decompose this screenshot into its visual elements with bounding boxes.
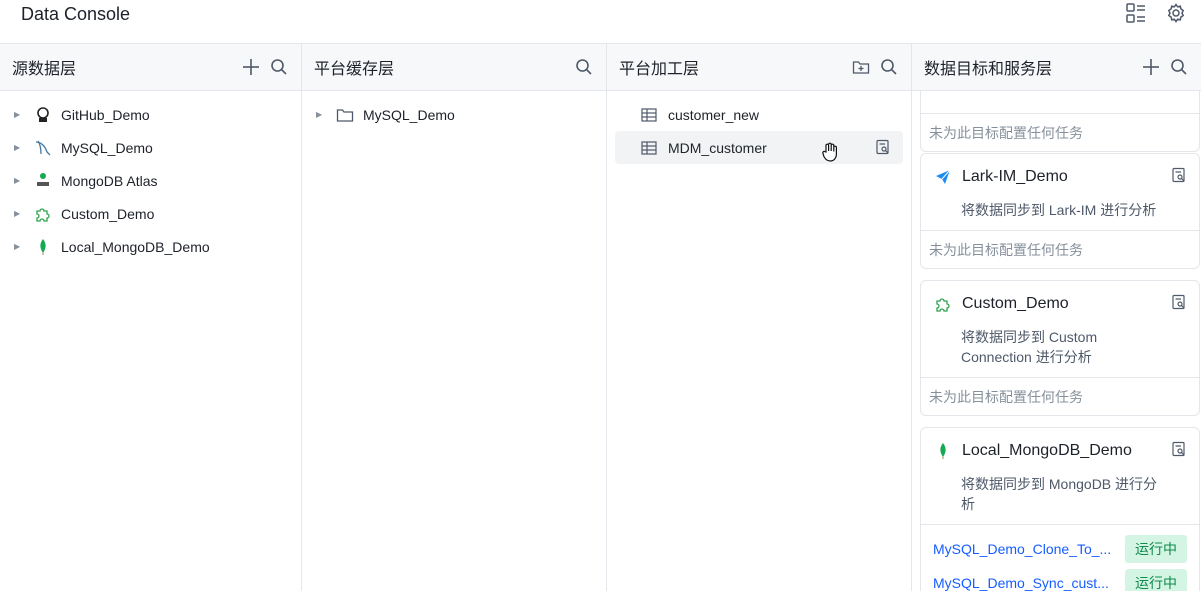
source-layer-title: 源数据层 xyxy=(12,61,77,78)
target-card-local-mongodb[interactable]: Local_MongoDB_Demo 将数据同步到 MongoDB 进行分析 M… xyxy=(920,427,1200,591)
card-description: 将数据同步到 MongoDB 进行分析 xyxy=(961,476,1158,512)
target-card-custom[interactable]: Custom_Demo 将数据同步到 Custom Connection 进行分… xyxy=(920,280,1200,416)
github-icon xyxy=(33,105,53,125)
processing-item-label: customer_new xyxy=(668,106,760,123)
cache-item-mysql[interactable]: ▶ MySQL_Demo xyxy=(302,98,606,131)
source-item-label: Custom_Demo xyxy=(61,205,155,222)
no-task-text: 未为此目标配置任何任务 xyxy=(921,377,1199,415)
card-head: Custom_Demo xyxy=(921,281,1199,327)
layout-list-icon[interactable] xyxy=(1125,2,1147,24)
processing-layer-header: 平台加工层 xyxy=(607,44,911,91)
mysql-dolphin-icon xyxy=(33,138,53,158)
details-icon[interactable] xyxy=(1171,441,1187,462)
processing-layer-title: 平台加工层 xyxy=(619,61,700,78)
source-layer-column: 源数据层 ▶ GitHub_Demo ▶ MySQL_Demo ▶ MongoD… xyxy=(0,44,302,591)
table-icon xyxy=(639,105,659,125)
processing-item-customer-new[interactable]: customer_new xyxy=(615,98,903,131)
target-card[interactable]: 未为此目标配置任何任务 xyxy=(920,91,1200,152)
card-description: 将数据同步到 Lark-IM 进行分析 xyxy=(961,202,1157,218)
top-bar: Data Console xyxy=(0,0,1201,44)
search-icon[interactable] xyxy=(1169,57,1189,77)
card-head: Local_MongoDB_Demo xyxy=(921,428,1199,474)
card-name: Local_MongoDB_Demo xyxy=(962,442,1132,459)
lark-icon xyxy=(933,167,953,187)
app-title: Data Console xyxy=(21,4,131,24)
cache-tree: ▶ MySQL_Demo xyxy=(302,91,606,131)
caret-right-icon[interactable]: ▶ xyxy=(14,143,22,152)
no-task-text: 未为此目标配置任何任务 xyxy=(921,230,1199,268)
card-description: 将数据同步到 Custom Connection 进行分析 xyxy=(961,329,1098,365)
target-layer-column: 数据目标和服务层 未为此目标配置任何任务 Lark-IM_Demo 将数据同步到… xyxy=(912,44,1201,591)
source-layer-header: 源数据层 xyxy=(0,44,301,91)
card-head: Lark-IM_Demo xyxy=(921,154,1199,200)
add-icon[interactable] xyxy=(1141,57,1161,77)
caret-right-icon[interactable]: ▶ xyxy=(14,209,22,218)
card-head xyxy=(921,91,1199,103)
task-row: MySQL_Demo_Sync_cust... 运行中 xyxy=(921,566,1199,591)
processing-item-label: MDM_customer xyxy=(668,139,767,156)
puzzle-icon xyxy=(933,294,953,314)
top-actions xyxy=(1125,2,1187,24)
search-icon[interactable] xyxy=(269,57,289,77)
details-icon[interactable] xyxy=(1171,294,1187,315)
no-task-text: 未为此目标配置任何任务 xyxy=(921,113,1199,151)
card-name: Lark-IM_Demo xyxy=(962,168,1068,185)
puzzle-icon xyxy=(33,204,53,224)
task-link[interactable]: MySQL_Demo_Sync_cust... xyxy=(933,575,1117,591)
add-icon[interactable] xyxy=(241,57,261,77)
hand-cursor-icon xyxy=(820,141,842,168)
mongodb-leaf-icon xyxy=(33,237,53,257)
card-name: Custom_Demo xyxy=(962,295,1069,312)
add-folder-icon[interactable] xyxy=(851,57,871,77)
target-layer-header: 数据目标和服务层 xyxy=(912,44,1201,91)
source-item-mysql[interactable]: ▶ MySQL_Demo xyxy=(0,131,301,164)
source-item-label: GitHub_Demo xyxy=(61,106,150,123)
caret-right-icon[interactable]: ▶ xyxy=(316,110,324,119)
target-cards: 未为此目标配置任何任务 Lark-IM_Demo 将数据同步到 Lark-IM … xyxy=(912,91,1201,591)
caret-right-icon[interactable]: ▶ xyxy=(14,176,22,185)
source-item-label: Local_MongoDB_Demo xyxy=(61,238,210,255)
cache-layer-title: 平台缓存层 xyxy=(314,61,395,78)
status-badge: 运行中 xyxy=(1125,535,1187,563)
details-icon[interactable] xyxy=(875,139,891,158)
layer-columns: 源数据层 ▶ GitHub_Demo ▶ MySQL_Demo ▶ MongoD… xyxy=(0,44,1201,591)
source-item-atlas[interactable]: ▶ MongoDB Atlas xyxy=(0,164,301,197)
source-item-local-mongodb[interactable]: ▶ Local_MongoDB_Demo xyxy=(0,230,301,263)
source-item-label: MongoDB Atlas xyxy=(61,172,158,189)
target-card-lark[interactable]: Lark-IM_Demo 将数据同步到 Lark-IM 进行分析 未为此目标配置… xyxy=(920,153,1200,269)
source-item-github[interactable]: ▶ GitHub_Demo xyxy=(0,98,301,131)
task-link[interactable]: MySQL_Demo_Clone_To_... xyxy=(933,541,1117,557)
status-badge: 运行中 xyxy=(1125,569,1187,591)
source-item-custom[interactable]: ▶ Custom_Demo xyxy=(0,197,301,230)
task-row: MySQL_Demo_Clone_To_... 运行中 xyxy=(921,532,1199,566)
table-icon xyxy=(639,138,659,158)
source-tree: ▶ GitHub_Demo ▶ MySQL_Demo ▶ MongoDB Atl… xyxy=(0,91,301,263)
target-layer-title: 数据目标和服务层 xyxy=(924,61,1053,78)
task-list: MySQL_Demo_Clone_To_... 运行中 MySQL_Demo_S… xyxy=(921,524,1199,591)
processing-layer-column: 平台加工层 customer_new MDM_customer xyxy=(607,44,912,591)
cache-item-label: MySQL_Demo xyxy=(363,106,455,123)
processing-list: customer_new MDM_customer xyxy=(607,91,911,164)
source-item-label: MySQL_Demo xyxy=(61,139,153,156)
settings-gear-icon[interactable] xyxy=(1165,2,1187,24)
caret-right-icon[interactable]: ▶ xyxy=(14,110,22,119)
cache-layer-column: 平台缓存层 ▶ MySQL_Demo xyxy=(302,44,607,591)
folder-icon xyxy=(335,105,355,125)
mongodb-leaf-icon xyxy=(933,441,953,461)
atlas-icon xyxy=(33,171,53,191)
details-icon[interactable] xyxy=(1171,167,1187,188)
cache-layer-header: 平台缓存层 xyxy=(302,44,606,91)
search-icon[interactable] xyxy=(879,57,899,77)
caret-right-icon[interactable]: ▶ xyxy=(14,242,22,251)
search-icon[interactable] xyxy=(574,57,594,77)
processing-item-mdm-customer[interactable]: MDM_customer xyxy=(615,131,903,164)
